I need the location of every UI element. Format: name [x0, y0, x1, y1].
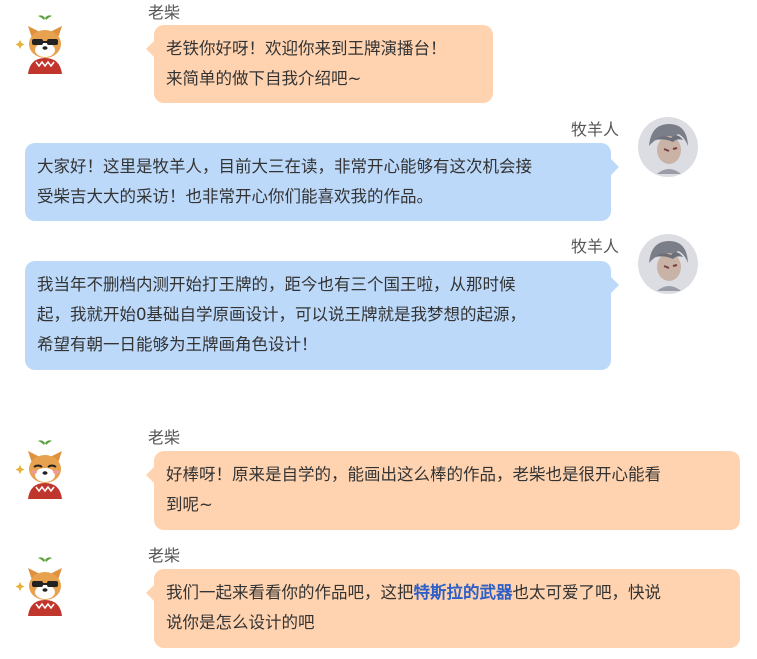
- message-text-line: 来简单的做下自我介绍吧~: [166, 69, 362, 88]
- shiba-avatar-icon[interactable]: [14, 439, 76, 501]
- message-text-line: 说你是怎么设计的吧: [166, 613, 315, 632]
- message-bubble: 老铁你好呀！欢迎你来到王牌演播台！ 来简单的做下自我介绍吧~: [146, 25, 493, 103]
- message-text-segment: 也太可爱了吧，快说: [512, 583, 662, 602]
- shepherd-avatar-icon[interactable]: [637, 116, 699, 178]
- highlighted-keyword-link[interactable]: 特斯拉的武器: [414, 583, 513, 602]
- message-text-line: 好棒呀！原来是自学的，能画出这么棒的作品，老柴也是很开心能看: [166, 465, 661, 484]
- sender-name: 老柴: [148, 3, 181, 22]
- message-text-line: 我们一起来看看你的作品吧，这把特斯拉的武器也太可爱了吧，快说: [166, 578, 728, 608]
- shiba-avatar-icon[interactable]: [14, 14, 76, 76]
- message-text-line: 受柴吉大大的采访！也非常开心你们能喜欢我的作品。: [37, 187, 433, 206]
- message-text-line: 大家好！这里是牧羊人，目前大三在读，非常开心能够有这次机会接: [37, 157, 532, 176]
- message-bubble: 大家好！这里是牧羊人，目前大三在读，非常开心能够有这次机会接 受柴吉大大的采访！…: [25, 143, 619, 221]
- message-bubble: 好棒呀！原来是自学的，能画出这么棒的作品，老柴也是很开心能看 到呢~: [146, 451, 740, 530]
- sender-name: 牧羊人: [571, 237, 620, 256]
- message-text-line: 老铁你好呀！欢迎你来到王牌演播台！: [166, 39, 447, 58]
- sender-name: 老柴: [148, 428, 181, 447]
- message-text-line: 到呢~: [166, 495, 213, 514]
- message-bubble: 我当年不删档内测开始打王牌的，距今也有三个国王啦，从那时候 起，我就开始0基础自…: [25, 261, 619, 370]
- shepherd-avatar-icon[interactable]: [637, 233, 699, 295]
- sender-name: 老柴: [148, 546, 181, 565]
- shiba-avatar-icon[interactable]: [14, 556, 76, 618]
- message-text-line: 希望有朝一日能够为王牌画角色设计！: [37, 335, 318, 354]
- message-text-line: 我当年不删档内测开始打王牌的，距今也有三个国王啦，从那时候: [37, 275, 516, 294]
- message-text-line: 起，我就开始0基础自学原画设计，可以说王牌就是我梦想的起源，: [37, 305, 526, 324]
- message-bubble: 我们一起来看看你的作品吧，这把特斯拉的武器也太可爱了吧，快说 说你是怎么设计的吧: [146, 569, 740, 648]
- sender-name: 牧羊人: [571, 120, 620, 139]
- message-text-segment: 我们一起来看看你的作品吧，这把: [166, 583, 414, 602]
